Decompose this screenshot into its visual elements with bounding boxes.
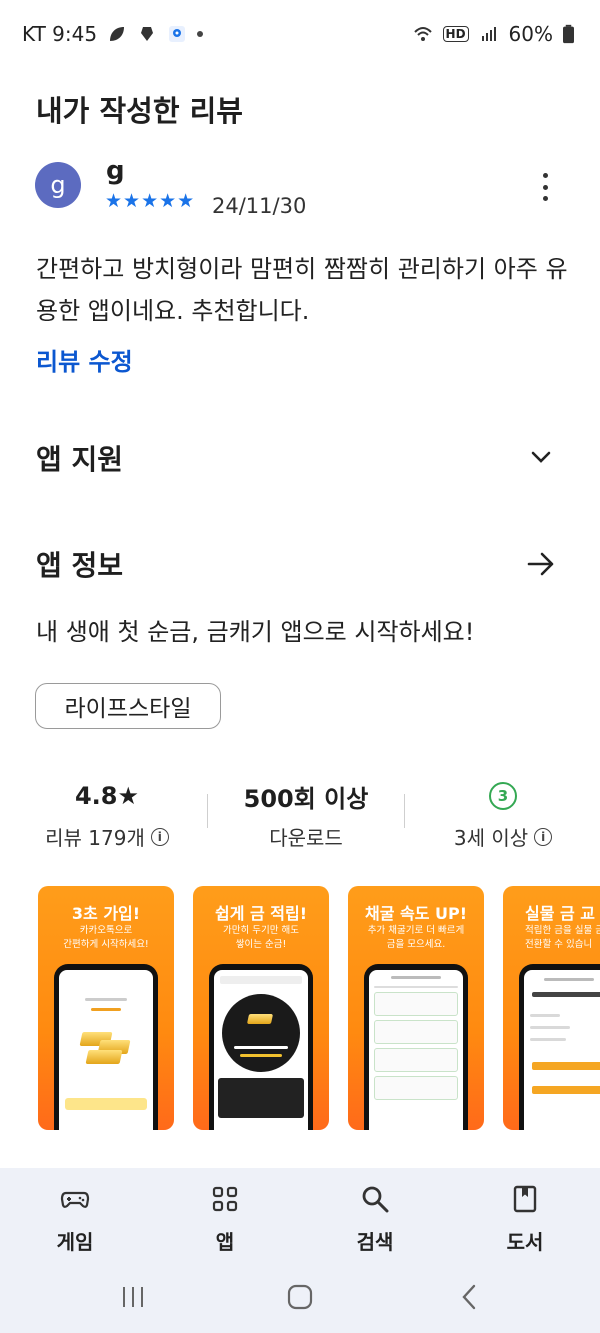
wifi-icon	[413, 27, 432, 41]
book-icon	[513, 1185, 537, 1213]
bottom-navigation: 게임 앱 검색 도서	[0, 1168, 600, 1260]
notification-app-icon	[141, 27, 154, 41]
arrow-right-icon[interactable]	[526, 550, 556, 578]
app-screenshot[interactable]: 3초 가입! 카카오톡으로 간편하게 시작하세요!	[38, 886, 174, 1130]
screenshot-title: 3초 가입!	[71, 904, 141, 923]
rating-stat[interactable]: 4.8★ 리뷰 179개 i	[22, 778, 192, 851]
search-icon	[362, 1186, 389, 1213]
nav-label: 게임	[56, 1230, 94, 1254]
info-icon[interactable]: i	[150, 827, 169, 846]
app-screenshot[interactable]: 쉽게 금 적립! 가만히 두기만 해도 쌓이는 순금!	[193, 886, 329, 1130]
chevron-down-icon[interactable]	[530, 446, 552, 468]
nav-books[interactable]: 도서	[450, 1168, 600, 1260]
phone-mockup	[364, 964, 468, 1130]
leaf-icon	[110, 27, 125, 41]
downloads-value: 500회 이상	[243, 784, 369, 813]
screenshot-subtitle: 추가 채굴기로 더 빠르게 금을 모으세요.	[367, 925, 465, 950]
nav-games[interactable]: 게임	[0, 1168, 150, 1260]
phone-mockup	[519, 964, 600, 1130]
gamepad-icon	[60, 1191, 90, 1208]
screenshot-subtitle: 적립한 금을 실물 금 전환할 수 있습니	[525, 925, 600, 950]
more-options-icon[interactable]	[530, 170, 560, 204]
screenshot-subtitle: 카카오톡으로 간편하게 시작하세요!	[63, 925, 149, 950]
app-support-title[interactable]: 앱 지원	[36, 438, 123, 478]
app-info-title[interactable]: 앱 정보	[36, 544, 123, 584]
app-screenshot[interactable]: 채굴 속도 UP! 추가 채굴기로 더 빠르게 금을 모으세요.	[348, 886, 484, 1130]
category-chip[interactable]: 라이프스타일	[35, 683, 221, 729]
battery-icon	[563, 24, 574, 44]
my-review-title: 내가 작성한 리뷰	[36, 94, 243, 128]
rating-stars: ★★★★★	[105, 190, 196, 212]
age-rating-label: 3세 이상	[453, 826, 529, 850]
recent-apps-icon[interactable]	[116, 1282, 150, 1312]
home-icon[interactable]	[283, 1282, 317, 1312]
info-icon[interactable]: i	[534, 827, 553, 846]
stat-divider	[404, 794, 405, 828]
downloads-label: 다운로드	[269, 826, 343, 850]
app-description: 내 생애 첫 순금, 금캐기 앱으로 시작하세요!	[36, 618, 475, 646]
rating-value: 4.8★	[74, 782, 140, 810]
stat-divider	[207, 794, 208, 828]
app-screenshot[interactable]: 실물 금 교 적립한 금을 실물 금 전환할 수 있습니	[503, 886, 600, 1130]
rating-count-label: 리뷰 179개	[45, 826, 145, 850]
review-date: 24/11/30	[212, 194, 307, 218]
screenshot-carousel[interactable]: 3초 가입! 카카오톡으로 간편하게 시작하세요! 쉽게 금 적립! 가만히 두…	[38, 886, 600, 1130]
status-bar: KT 9:45 HD 60%	[0, 0, 600, 68]
more-notifications-dot	[197, 31, 204, 37]
map-pin-icon	[169, 26, 186, 42]
apps-grid-icon	[212, 1186, 238, 1212]
age-rating-stat[interactable]: 3 3세 이상 i	[418, 778, 588, 851]
screenshot-title: 실물 금 교	[525, 904, 596, 923]
avatar: g	[35, 162, 81, 208]
back-icon[interactable]	[452, 1282, 486, 1312]
phone-mockup	[54, 964, 158, 1130]
battery-percent: 60%	[508, 22, 553, 46]
screenshot-title: 쉽게 금 적립!	[214, 904, 308, 923]
nav-label: 검색	[356, 1230, 394, 1254]
hd-badge: HD	[442, 26, 469, 42]
signal-icon	[481, 27, 496, 41]
nav-apps[interactable]: 앱	[150, 1168, 300, 1260]
nav-label: 앱	[215, 1230, 235, 1254]
age-rating-badge: 3	[489, 782, 517, 810]
system-navigation-bar	[0, 1260, 600, 1333]
nav-search[interactable]: 검색	[300, 1168, 450, 1260]
screenshot-subtitle: 가만히 두기만 해도 쌓이는 순금!	[223, 925, 299, 950]
review-text: 간편하고 방치형이라 맘편히 짬짬히 관리하기 아주 유용한 앱이네요. 추천합…	[36, 255, 568, 325]
nav-label: 도서	[506, 1230, 544, 1254]
carrier-time: KT 9:45	[22, 22, 98, 46]
reviewer-name: g	[106, 156, 125, 186]
edit-review-link[interactable]: 리뷰 수정	[36, 342, 133, 377]
phone-mockup	[209, 964, 313, 1130]
screenshot-title: 채굴 속도 UP!	[364, 904, 468, 923]
downloads-stat: 500회 이상 다운로드	[221, 778, 391, 851]
